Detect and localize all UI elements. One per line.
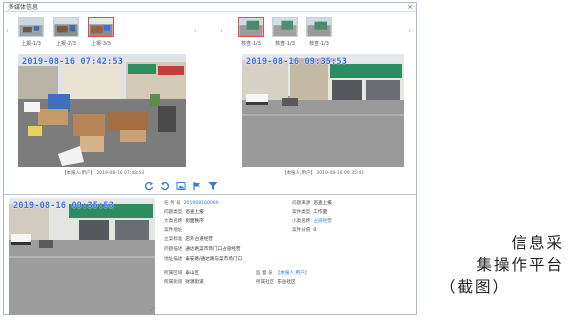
filing-standard-label: 立案标准 — [164, 237, 183, 242]
chevron-right-icon[interactable]: › — [408, 27, 411, 35]
address-desc-value: 泰安路/通达路与菜市场门口 — [185, 257, 242, 262]
report-photo-caption: 【本报人:用户】 2019-08-16 07:48:53 — [62, 171, 145, 176]
check-thumbnail-3[interactable] — [306, 17, 332, 37]
close-icon[interactable]: × — [407, 3, 413, 12]
report-thumbnail-2-label: 上报-2/3 — [56, 41, 76, 47]
rotate-left-icon[interactable] — [144, 181, 154, 191]
problem-type-label: 问题类型 — [164, 210, 183, 215]
district-value: 泰山区 — [185, 271, 200, 276]
figure-caption-line-1: 信息采 — [511, 234, 564, 252]
check-thumbnail-strip: ‹ 核查-1/3 核查-1/3 核查-1/3 › — [220, 15, 416, 51]
detail-photo-timestamp: 2019-08-16 09:35:53 — [13, 201, 115, 211]
check-photo[interactable]: 2019-08-16 09:35:53 — [242, 54, 404, 167]
check-thumbnail-3-label: 核查-1/3 — [309, 41, 329, 47]
major-category-value: 街面秩序 — [185, 219, 204, 224]
address-desc-label: 地址描述 — [164, 257, 183, 262]
street-value: 财源街道 — [185, 280, 204, 285]
supervisor-value[interactable]: 【本报人:用户】 — [276, 271, 310, 276]
image-toolbar — [144, 181, 218, 193]
community-value: 东岳社区 — [277, 280, 296, 285]
problem-type-value: 巡查上报 — [185, 210, 204, 215]
window-title: 多媒体信息 — [8, 4, 39, 11]
case-score-value: 0 — [313, 228, 317, 233]
report-thumbnail-strip: ‹ 上报-1/3 上报-2/3 上报-3/3 › — [6, 15, 209, 51]
flag-icon[interactable] — [192, 181, 202, 191]
check-thumbnail-1[interactable] — [238, 17, 264, 37]
figure-caption-line-3: （截图） — [440, 278, 511, 296]
case-area-label: 案件地址 — [164, 228, 183, 233]
task-no-value[interactable]: 201908160069 — [184, 201, 219, 206]
problem-desc-value: 通达路菜市场门口占道经营 — [185, 247, 241, 252]
problem-desc-label: 问题描述 — [164, 247, 183, 252]
check-thumbnail-2-label: 核查-1/3 — [275, 41, 295, 47]
chevron-left-icon[interactable]: ‹ — [6, 27, 9, 35]
check-photo-caption: 【本报人:用户】 2019-08-16 09:35:41 — [282, 171, 365, 176]
section-divider — [4, 194, 416, 195]
chevron-left-icon[interactable]: ‹ — [220, 27, 223, 35]
report-photo[interactable]: 2019-08-16 07:42:53 — [18, 54, 186, 167]
report-photo-timestamp: 2019-08-16 07:42:53 — [22, 57, 124, 67]
major-category-label: 大类名称 — [164, 219, 183, 224]
district-label: 所属区域 — [164, 271, 183, 276]
fullscreen-icon[interactable]: ⤢ — [150, 306, 155, 314]
report-thumbnail-1-label: 上报-1/3 — [21, 41, 41, 47]
case-class-value: 工作面 — [313, 210, 328, 215]
check-thumbnail-2[interactable] — [272, 17, 298, 37]
minor-category-label: 小类名称 — [292, 219, 311, 224]
minor-category-value[interactable]: 占道经营 — [313, 219, 331, 224]
supervisor-label: 监 督 员 — [256, 271, 273, 276]
window-titlebar: 多媒体信息 × — [4, 3, 416, 12]
rotate-right-icon[interactable] — [160, 181, 170, 191]
detail-photo[interactable]: 2019-08-16 09:35:53 — [9, 198, 155, 315]
problem-source-value: 巡查上报 — [313, 201, 332, 206]
chevron-right-icon[interactable]: › — [194, 27, 197, 35]
report-thumbnail-3[interactable] — [88, 17, 114, 37]
filter-icon[interactable] — [208, 181, 218, 191]
figure-caption: 信息采 集操作平台 （截图） — [440, 232, 566, 298]
check-thumbnail-1-label: 核查-1/3 — [241, 41, 261, 47]
filing-standard-value: 店外占道经营 — [185, 237, 213, 242]
case-score-label: 案件分值 — [292, 228, 311, 233]
case-class-label: 案件类型 — [292, 210, 311, 215]
report-thumbnail-2[interactable] — [53, 17, 79, 37]
problem-source-label: 问题来源 — [292, 201, 311, 206]
task-no-label: 任 务 号 — [164, 201, 181, 206]
check-photo-timestamp: 2019-08-16 09:35:53 — [246, 57, 348, 67]
community-label: 所属社区 — [256, 280, 275, 285]
report-thumbnail-1[interactable] — [18, 17, 44, 37]
report-thumbnail-3-label: 上报-3/3 — [91, 41, 111, 47]
street-label: 所属街道 — [164, 280, 183, 285]
media-info-window: 多媒体信息 × ‹ 上报-1/3 上报-2/3 上报-3/3 › ‹ 核查-1/… — [3, 2, 417, 315]
figure-caption-line-2: 集操作平台 — [476, 256, 564, 274]
image-icon[interactable] — [176, 181, 186, 191]
